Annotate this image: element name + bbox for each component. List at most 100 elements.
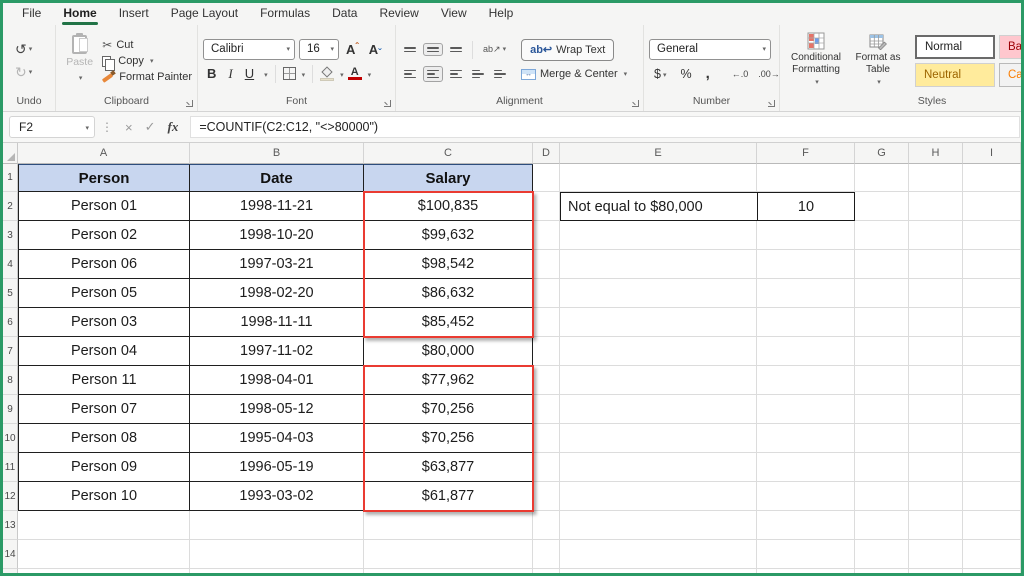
cell-B5[interactable]: 1998-02-20: [190, 279, 364, 308]
cell-I15[interactable]: [963, 569, 1021, 573]
name-box[interactable]: F2: [9, 116, 95, 138]
conditional-formatting-button[interactable]: Conditional Formatting: [785, 32, 847, 89]
cell-E13[interactable]: [560, 511, 757, 540]
cell-F12[interactable]: [757, 482, 855, 511]
accounting-format-button[interactable]: $: [649, 67, 671, 81]
font-family-select[interactable]: Calibri: [203, 39, 295, 60]
cell-D13[interactable]: [533, 511, 560, 540]
cell-D1[interactable]: [533, 164, 560, 192]
cell-H7[interactable]: [909, 337, 963, 366]
cell-B6[interactable]: 1998-11-11: [190, 308, 364, 337]
cell-B7[interactable]: 1997-11-02: [190, 337, 364, 366]
tab-file[interactable]: File: [11, 3, 52, 25]
cell-I8[interactable]: [963, 366, 1021, 395]
column-header-I[interactable]: I: [963, 143, 1021, 164]
cell-G2[interactable]: [855, 192, 909, 221]
cell-F9[interactable]: [757, 395, 855, 424]
cell-A15[interactable]: [18, 569, 190, 573]
column-header-D[interactable]: D: [533, 143, 560, 164]
cell-G9[interactable]: [855, 395, 909, 424]
cell-G15[interactable]: [855, 569, 909, 573]
cell-B9[interactable]: 1998-05-12: [190, 395, 364, 424]
dialog-launcher-icon[interactable]: [632, 100, 639, 107]
column-header-H[interactable]: H: [909, 143, 963, 164]
cell-F3[interactable]: [757, 221, 855, 250]
tab-page-layout[interactable]: Page Layout: [160, 3, 249, 25]
cell-F6[interactable]: [757, 308, 855, 337]
cell-B10[interactable]: 1995-04-03: [190, 424, 364, 453]
decrease-font-size-button[interactable]: A: [366, 42, 385, 57]
column-header-C[interactable]: C: [364, 143, 533, 164]
column-header-B[interactable]: B: [190, 143, 364, 164]
cell-C5[interactable]: $86,632: [364, 279, 533, 308]
cell-F1[interactable]: [757, 164, 855, 192]
cell-B3[interactable]: 1998-10-20: [190, 221, 364, 250]
cell-B1[interactable]: Date: [190, 164, 364, 192]
cell-B15[interactable]: [190, 569, 364, 573]
cell-D14[interactable]: [533, 540, 560, 569]
cell-A2[interactable]: Person 01: [18, 192, 190, 221]
cell-B11[interactable]: 1996-05-19: [190, 453, 364, 482]
cell-I6[interactable]: [963, 308, 1021, 337]
fill-color-button[interactable]: [320, 67, 334, 81]
cell-G10[interactable]: [855, 424, 909, 453]
cut-button[interactable]: ✂ Cut: [102, 38, 192, 52]
undo-button[interactable]: ↺: [15, 40, 32, 58]
row-header-7[interactable]: 7: [3, 337, 18, 366]
cell-D9[interactable]: [533, 395, 560, 424]
cell-C14[interactable]: [364, 540, 533, 569]
cell-C15[interactable]: [364, 569, 533, 573]
formula-input[interactable]: =COUNTIF(C2:C12, "<>80000"): [190, 116, 1020, 138]
align-bottom-button[interactable]: [447, 44, 465, 55]
cell-H6[interactable]: [909, 308, 963, 337]
cell-F15[interactable]: [757, 569, 855, 573]
cell-E10[interactable]: [560, 424, 757, 453]
align-left-button[interactable]: [401, 67, 419, 82]
insert-function-icon[interactable]: fx: [162, 119, 185, 135]
copy-button[interactable]: Copy: [102, 55, 192, 67]
cell-C4[interactable]: $98,542: [364, 250, 533, 279]
cell-A7[interactable]: Person 04: [18, 337, 190, 366]
cell-E6[interactable]: [560, 308, 757, 337]
cell-D3[interactable]: [533, 221, 560, 250]
cell-G13[interactable]: [855, 511, 909, 540]
row-header-14[interactable]: 14: [3, 540, 18, 569]
redo-button[interactable]: ↻: [15, 63, 32, 81]
cell-style-bad[interactable]: Bad: [999, 35, 1024, 59]
cell-A13[interactable]: [18, 511, 190, 540]
cell-H3[interactable]: [909, 221, 963, 250]
cell-C6[interactable]: $85,452: [364, 308, 533, 337]
cell-I2[interactable]: [963, 192, 1021, 221]
row-header-6[interactable]: 6: [3, 308, 18, 337]
cell-F8[interactable]: [757, 366, 855, 395]
cell-I10[interactable]: [963, 424, 1021, 453]
dialog-launcher-icon[interactable]: [186, 100, 193, 107]
cell-C1[interactable]: Salary: [364, 164, 533, 192]
cell-D12[interactable]: [533, 482, 560, 511]
cell-A9[interactable]: Person 07: [18, 395, 190, 424]
increase-indent-button[interactable]: [491, 67, 509, 82]
cell-I11[interactable]: [963, 453, 1021, 482]
row-header-10[interactable]: 10: [3, 424, 18, 453]
cell-D11[interactable]: [533, 453, 560, 482]
cell-I7[interactable]: [963, 337, 1021, 366]
row-header-5[interactable]: 5: [3, 279, 18, 308]
cell-H5[interactable]: [909, 279, 963, 308]
cell-A14[interactable]: [18, 540, 190, 569]
column-header-F[interactable]: F: [757, 143, 855, 164]
cell-H13[interactable]: [909, 511, 963, 540]
tab-review[interactable]: Review: [368, 3, 429, 25]
cell-E4[interactable]: [560, 250, 757, 279]
font-color-button[interactable]: A: [348, 67, 362, 80]
row-header-8[interactable]: 8: [3, 366, 18, 395]
row-header-13[interactable]: 13: [3, 511, 18, 540]
cell-D6[interactable]: [533, 308, 560, 337]
cell-G8[interactable]: [855, 366, 909, 395]
tab-insert[interactable]: Insert: [108, 3, 160, 25]
cell-D10[interactable]: [533, 424, 560, 453]
cell-I5[interactable]: [963, 279, 1021, 308]
cell-C7[interactable]: $80,000: [364, 337, 533, 366]
cell-D7[interactable]: [533, 337, 560, 366]
cell-D15[interactable]: [533, 569, 560, 573]
cell-E11[interactable]: [560, 453, 757, 482]
